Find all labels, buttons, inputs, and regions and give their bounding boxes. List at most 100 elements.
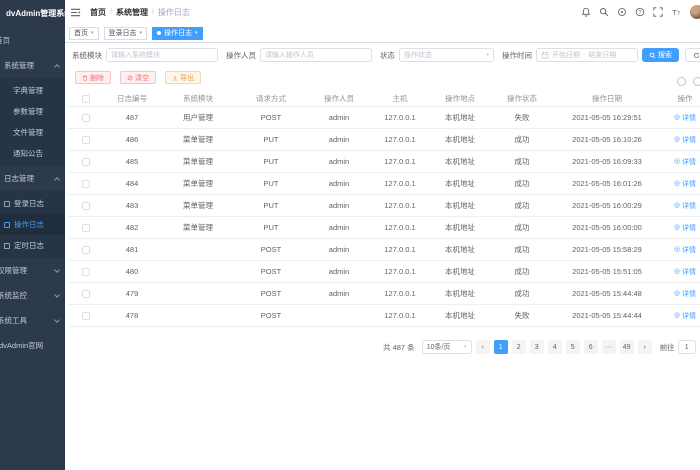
cell-location: 本机地址: [445, 223, 475, 232]
detail-link[interactable]: ◎ 详情: [674, 179, 696, 189]
detail-icon: ◎: [673, 290, 681, 298]
row-checkbox[interactable]: [82, 180, 90, 188]
page-ellipsis[interactable]: ···: [601, 340, 616, 354]
page-button[interactable]: 4: [547, 340, 562, 354]
settings-circle-icon[interactable]: [693, 77, 700, 86]
reset-button[interactable]: 重置: [685, 48, 700, 62]
page-button[interactable]: 1: [493, 340, 508, 354]
cell-status: 成功: [514, 201, 530, 210]
sidebar-group-tools[interactable]: 系统工具: [0, 308, 65, 333]
operator-filter-input[interactable]: [260, 48, 372, 62]
row-checkbox[interactable]: [82, 202, 90, 210]
sidebar-group-monitor[interactable]: 系统监控: [0, 283, 65, 308]
sidebar-item-dict[interactable]: 字典管理: [0, 80, 65, 101]
sidebar-item-notice[interactable]: 通知公告: [0, 143, 65, 164]
cell-status: 成功: [514, 179, 530, 188]
detail-link[interactable]: ◎ 详情: [674, 223, 696, 233]
cell-location: 本机地址: [445, 113, 475, 122]
page-button[interactable]: 49: [619, 340, 634, 354]
row-checkbox[interactable]: [82, 268, 90, 276]
cell-operator: admin: [328, 223, 350, 232]
table-row: 485 菜单管理 PUT admin 127.0.0.1 本机地址 成功 202…: [68, 151, 700, 173]
pagination-goto: 前往: [660, 340, 696, 354]
module-filter-input[interactable]: [106, 48, 218, 62]
tab-home[interactable]: 首页 ▾: [69, 26, 99, 40]
bell-icon[interactable]: [581, 7, 591, 17]
caret-down-icon[interactable]: ▾: [91, 30, 94, 36]
sidebar-group-logs[interactable]: 日志管理: [0, 166, 65, 191]
page-size-select[interactable]: 10条/页 ▾: [421, 340, 472, 354]
cell-location: 本机地址: [445, 179, 475, 188]
sidebar-item-home[interactable]: 首页: [0, 28, 65, 53]
clear-button[interactable]: 清空: [120, 71, 156, 84]
log-table: 日志编号 系统模块 请求方式 操作人员 主机 操作地点 操作状态 操作日期 操作…: [68, 90, 700, 327]
prev-page-button[interactable]: ‹: [475, 340, 490, 354]
select-all-checkbox[interactable]: [82, 94, 90, 103]
detail-link[interactable]: ◎ 详情: [674, 311, 696, 321]
table-row: 481 POST admin 127.0.0.1 本机地址 成功 2021-05…: [68, 239, 700, 261]
col-module: 系统模块: [183, 93, 213, 103]
detail-link[interactable]: ◎ 详情: [674, 267, 696, 277]
sidebar-item-files[interactable]: 文件管理: [0, 122, 65, 143]
goto-page-input[interactable]: [677, 340, 696, 354]
search-button[interactable]: 搜索: [642, 48, 679, 62]
status-select[interactable]: 操作状态 ▾: [399, 48, 494, 62]
detail-link[interactable]: ◎ 详情: [674, 135, 696, 145]
detail-link[interactable]: ◎ 详情: [674, 245, 696, 255]
sidebar: dvAdmin管理系统 首页 系统管理 字典管理 参数管理 文件管理 通知公告 …: [0, 0, 65, 470]
row-checkbox[interactable]: [82, 114, 90, 122]
col-method: 请求方式: [256, 93, 286, 103]
hamburger-icon[interactable]: [70, 7, 81, 18]
edit-icon: [4, 221, 10, 228]
sidebar-item-login-log[interactable]: 登录日志: [0, 193, 65, 214]
sidebar-item-operation-log[interactable]: 操作日志: [0, 214, 65, 235]
chevron-down-icon: [54, 292, 60, 298]
row-checkbox[interactable]: [82, 312, 90, 320]
row-checkbox[interactable]: [82, 224, 90, 232]
cell-method: POST: [260, 311, 282, 320]
sidebar-item-website[interactable]: dvAdmin官网: [0, 333, 65, 358]
refresh-circle-icon[interactable]: [677, 77, 686, 86]
detail-link[interactable]: ◎ 详情: [674, 201, 696, 211]
calendar-icon: [541, 51, 549, 59]
cell-operator: admin: [328, 245, 350, 254]
cell-log-id: 484: [125, 179, 139, 188]
caret-down-icon[interactable]: ▾: [195, 30, 198, 36]
row-checkbox[interactable]: [82, 290, 90, 298]
table-row: 478 POST 127.0.0.1 本机地址 失败 2021-05-05 15…: [68, 305, 700, 327]
export-button[interactable]: 导出: [165, 71, 201, 84]
caret-down-icon[interactable]: ▾: [140, 30, 143, 36]
delete-button[interactable]: 删除: [75, 71, 111, 84]
sidebar-item-params[interactable]: 参数管理: [0, 101, 65, 122]
table-row: 480 POST admin 127.0.0.1 本机地址 成功 2021-05…: [68, 261, 700, 283]
page-button[interactable]: 3: [529, 340, 544, 354]
page-button[interactable]: 2: [511, 340, 526, 354]
breadcrumb-system[interactable]: 系统管理: [116, 7, 148, 18]
font-size-icon[interactable]: TT: [671, 7, 682, 17]
date-range-picker[interactable]: 开始日期 - 结束日期: [536, 48, 638, 62]
search-icon[interactable]: [599, 7, 609, 17]
row-checkbox[interactable]: [82, 246, 90, 254]
sidebar-group-system[interactable]: 系统管理: [0, 53, 65, 78]
sidebar-item-scheduled-log[interactable]: 定时日志: [0, 235, 65, 256]
target-icon[interactable]: [617, 7, 627, 17]
goto-label: 前往: [659, 342, 675, 352]
detail-link[interactable]: ◎ 详情: [674, 113, 696, 123]
avatar[interactable]: [690, 5, 700, 19]
question-icon[interactable]: ?: [635, 7, 645, 17]
tab-operation-log[interactable]: 操作日志 ▾: [152, 26, 203, 40]
row-checkbox[interactable]: [82, 158, 90, 166]
detail-link[interactable]: ◎ 详情: [674, 289, 696, 299]
sidebar-group-permission[interactable]: 权限管理: [0, 258, 65, 283]
fullscreen-icon[interactable]: [653, 7, 663, 17]
next-page-button[interactable]: ›: [637, 340, 652, 354]
page-button[interactable]: 6: [583, 340, 598, 354]
row-checkbox[interactable]: [82, 136, 90, 144]
table-row: 482 菜单管理 PUT admin 127.0.0.1 本机地址 成功 202…: [68, 217, 700, 239]
breadcrumb-home[interactable]: 首页: [90, 7, 106, 18]
col-status: 操作状态: [507, 93, 537, 103]
tab-login-log[interactable]: 登录日志 ▾: [103, 26, 148, 40]
detail-link[interactable]: ◎ 详情: [674, 157, 696, 167]
page-button[interactable]: 5: [565, 340, 580, 354]
cell-module: 菜单管理: [183, 223, 213, 232]
